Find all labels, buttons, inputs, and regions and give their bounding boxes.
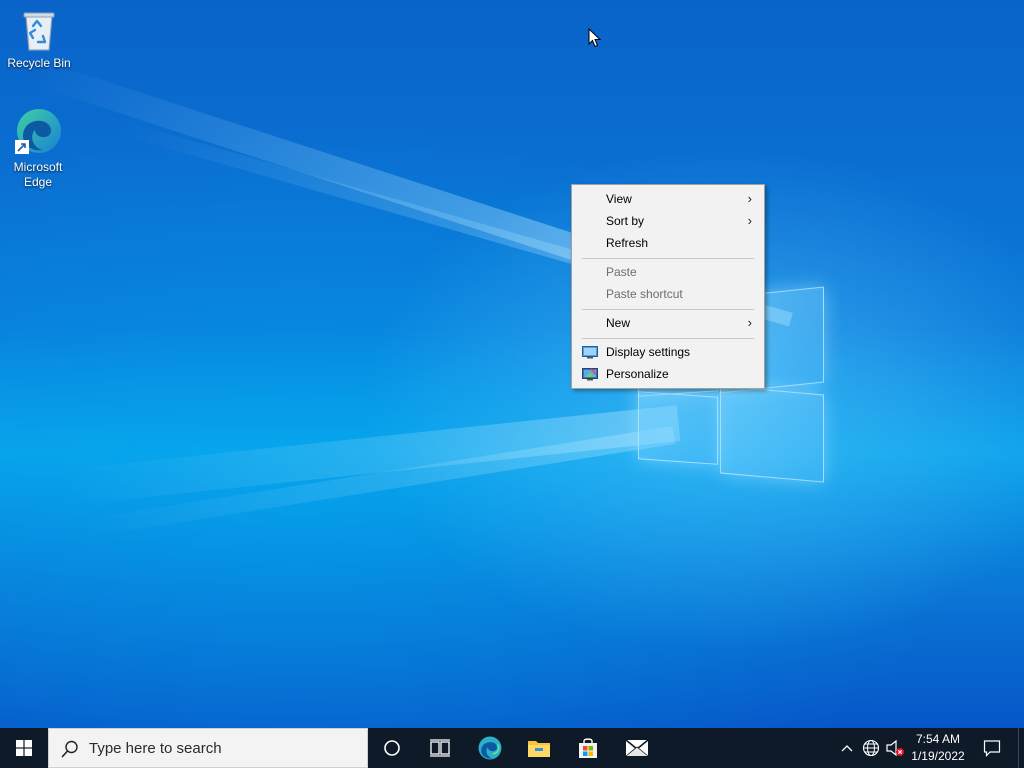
logo-pane — [638, 391, 718, 465]
desktop-icon-label: Recycle Bin — [7, 56, 71, 70]
chevron-right-icon: › — [747, 315, 752, 330]
personalize-icon — [582, 368, 598, 381]
taskbar-edge-button[interactable] — [468, 728, 512, 768]
menu-item-label: View — [606, 192, 632, 206]
action-center-button[interactable] — [976, 728, 1008, 768]
menu-item-view[interactable]: View › — [574, 188, 762, 210]
menu-item-personalize[interactable]: Personalize — [574, 363, 762, 385]
menu-separator — [582, 309, 754, 310]
desktop-icon-recycle-bin[interactable]: Recycle Bin — [1, 8, 77, 71]
menu-item-new[interactable]: New › — [574, 312, 762, 334]
desktop[interactable]: Recycle Bin Microsoft Edge View › Sort b… — [0, 0, 1024, 728]
menu-item-display-settings[interactable]: Display settings — [574, 341, 762, 363]
menu-item-label: Paste — [606, 265, 637, 279]
task-view-icon — [430, 739, 450, 757]
menu-item-label: New — [606, 316, 631, 330]
task-view-button[interactable] — [418, 728, 462, 768]
search-input[interactable] — [89, 729, 359, 767]
tray-network-button[interactable] — [860, 728, 882, 768]
desktop-icon-label: Microsoft Edge — [13, 160, 63, 189]
display-icon — [582, 346, 598, 359]
recycle-bin-icon — [23, 12, 55, 51]
taskbar: 7:54 AM 1/19/2022 — [0, 728, 1024, 768]
menu-item-label: Display settings — [606, 345, 691, 359]
menu-item-refresh[interactable]: Refresh — [574, 232, 762, 254]
search-icon — [61, 740, 78, 758]
mail-icon — [625, 739, 649, 757]
windows-start-icon — [16, 740, 32, 756]
menu-item-label: Personalize — [606, 367, 669, 381]
edge-icon — [478, 736, 502, 760]
clock-date: 1/19/2022 — [911, 749, 965, 763]
chevron-right-icon: › — [747, 191, 752, 206]
taskbar-file-explorer-button[interactable] — [517, 728, 561, 768]
mouse-cursor-icon — [588, 28, 602, 48]
taskbar-store-button[interactable] — [566, 728, 610, 768]
start-button[interactable] — [0, 728, 48, 768]
tray-volume-button[interactable] — [884, 728, 906, 768]
cortana-icon — [384, 740, 400, 756]
menu-item-paste: Paste — [574, 261, 762, 283]
menu-separator — [582, 338, 754, 339]
chevron-right-icon: › — [747, 213, 752, 228]
show-desktop-button[interactable] — [1018, 728, 1024, 768]
wallpaper-beam — [60, 405, 681, 506]
notification-icon — [983, 740, 1001, 757]
store-icon — [579, 738, 597, 758]
menu-separator — [582, 258, 754, 259]
chevron-up-icon — [841, 745, 853, 752]
volume-muted-icon — [886, 739, 904, 757]
wallpaper-beam — [80, 426, 676, 538]
network-globe-icon — [862, 739, 880, 757]
menu-item-label: Paste shortcut — [606, 287, 683, 301]
clock-time: 7:54 AM — [915, 732, 961, 746]
desktop-context-menu: View › Sort by › Refresh Paste Paste sho… — [571, 184, 765, 389]
taskbar-search-box[interactable] — [48, 728, 368, 768]
taskbar-mail-button[interactable] — [615, 728, 659, 768]
menu-item-label: Refresh — [606, 236, 649, 250]
desktop-icon-microsoft-edge[interactable]: Microsoft Edge — [0, 106, 76, 190]
edge-icon — [15, 109, 61, 154]
menu-item-label: Sort by — [606, 214, 645, 228]
file-explorer-icon — [528, 741, 550, 757]
tray-clock[interactable]: 7:54 AM 1/19/2022 — [906, 731, 970, 765]
logo-pane — [720, 385, 824, 483]
menu-item-sort-by[interactable]: Sort by › — [574, 210, 762, 232]
cortana-button[interactable] — [370, 728, 414, 768]
tray-show-hidden-button[interactable] — [836, 728, 858, 768]
menu-item-paste-shortcut: Paste shortcut — [574, 283, 762, 305]
